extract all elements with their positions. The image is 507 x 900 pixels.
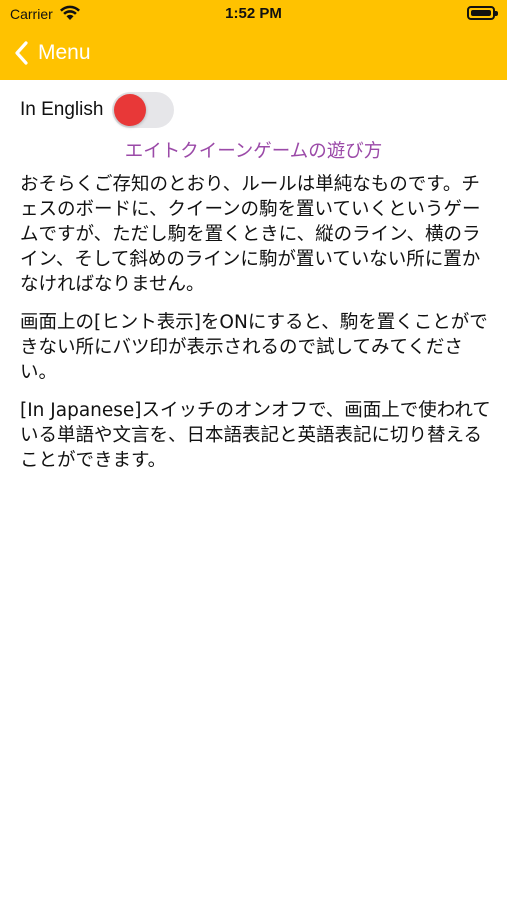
language-toggle-label: In English [20,99,104,120]
navigation-bar: Menu [0,30,507,76]
language-switch-paragraph: [In Japanese]スイッチのオンオフで、画面上で使われている単語や文言を… [20,400,491,471]
hint-paragraph: 画面上の[ヒント表示]をONにすると、駒を置くことができない所にバツ印が表示され… [20,312,488,383]
rules-paragraph: おそらくご存知のとおり、ルールは単純なものです。チェスのボードに、クイーンの駒を… [20,174,481,295]
chevron-left-icon [15,41,28,65]
back-menu-button[interactable]: Menu [12,36,91,70]
status-bar: Carrier 1:52 PM [0,0,507,28]
instructions-content: おそらくご存知のとおり、ルールは単純なものです。チェスのボードに、クイーンの駒を… [20,172,492,486]
language-toggle-switch[interactable] [112,92,175,128]
battery-icon [467,6,498,20]
back-button-label: Menu [38,41,91,64]
toggle-knob [114,94,147,126]
language-toggle-row: In English [20,90,175,130]
header-bar: Carrier 1:52 PM Menu [0,0,507,80]
clock-time: 1:52 PM [225,5,282,22]
page-title: エイトクイーンゲームの遊び方 [124,141,383,162]
